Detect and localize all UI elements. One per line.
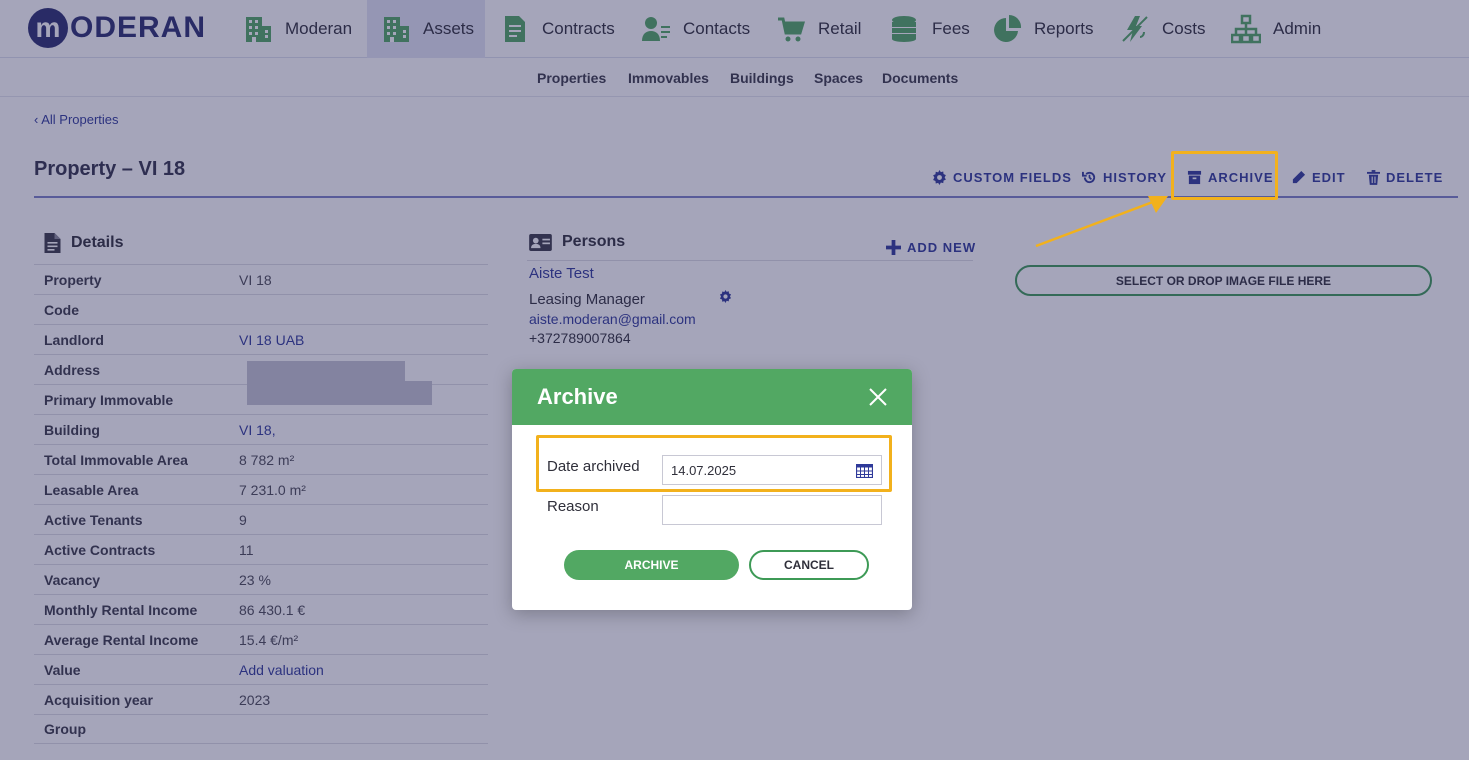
date-highlight-annotation	[536, 435, 892, 492]
modal-header: Archive	[512, 369, 912, 425]
archive-modal: Archive Date archived 14.07.2025 Reason …	[512, 369, 912, 610]
archive-highlight-annotation	[1171, 151, 1278, 200]
annotation-arrow-icon	[1035, 196, 1168, 248]
modal-title: Archive	[537, 384, 618, 409]
close-icon[interactable]	[868, 387, 888, 407]
cancel-button[interactable]: CANCEL	[749, 550, 869, 580]
reason-input[interactable]	[662, 495, 882, 525]
reason-label: Reason	[547, 498, 599, 515]
archive-confirm-button[interactable]: ARCHIVE	[564, 550, 739, 580]
